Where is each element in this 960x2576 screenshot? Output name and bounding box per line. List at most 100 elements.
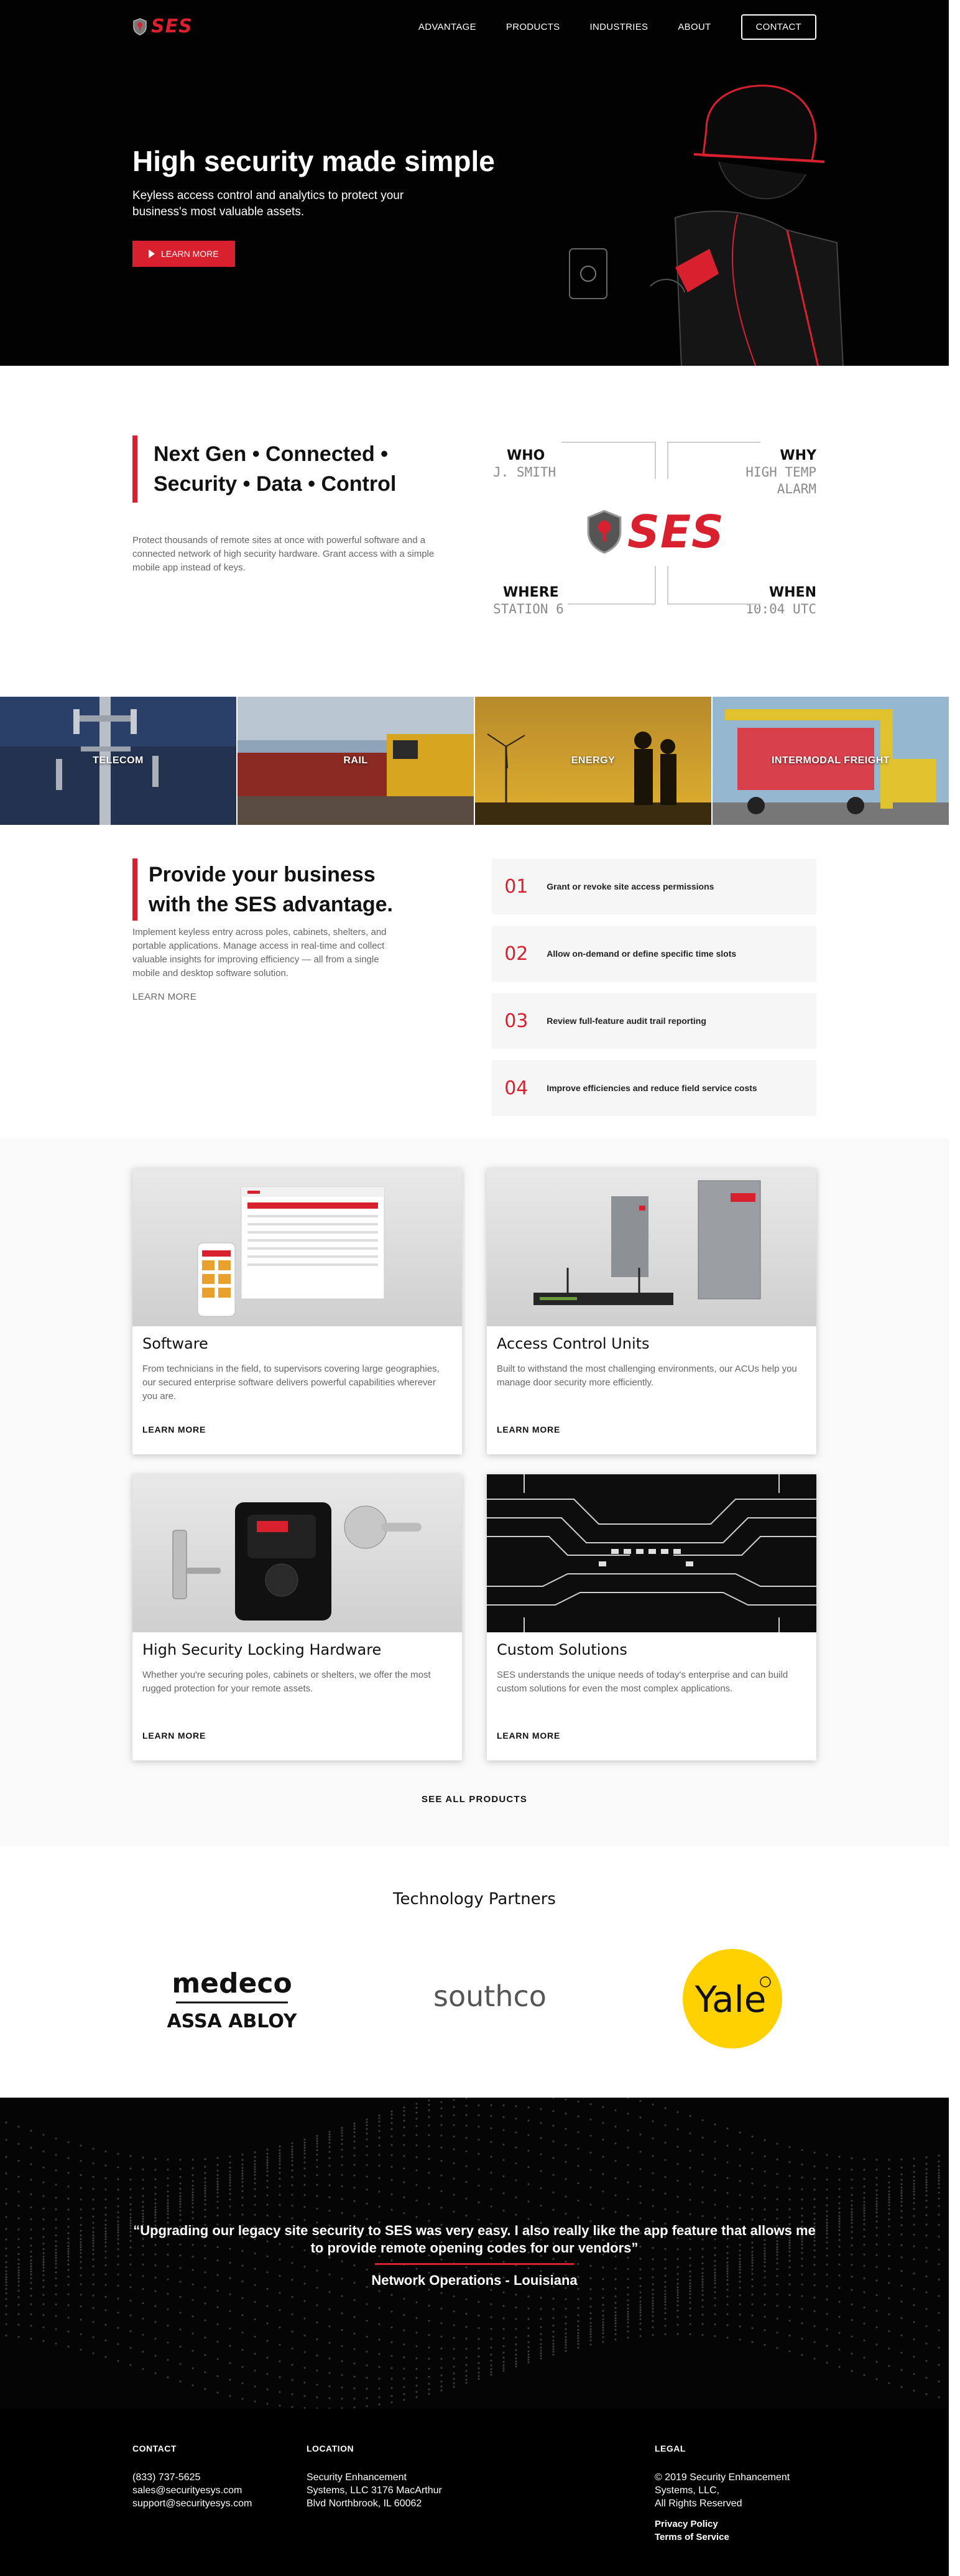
- advantage-title: Provide your business with the SES advan…: [149, 863, 393, 916]
- footer-legal-line: All Rights Reserved: [655, 2498, 742, 2509]
- product-card-locking-hardware[interactable]: High Security Locking Hardware Whether y…: [132, 1474, 462, 1760]
- card-title: High Security Locking Hardware: [142, 1641, 382, 1658]
- partners-section: Technology Partners medeco ASSA ABLOY so…: [0, 1846, 949, 2098]
- medeco-text: medeco: [172, 1968, 292, 1999]
- locking-hardware-image: [132, 1474, 462, 1632]
- advantage-text: Provide your business with the SES advan…: [132, 858, 402, 1116]
- footer-legal-line: © 2019 Security Enhancement: [655, 2472, 790, 2483]
- industry-energy[interactable]: ENERGY: [475, 697, 713, 825]
- privacy-policy-link[interactable]: Privacy Policy: [655, 2518, 816, 2531]
- footer-support-email[interactable]: support@securityesys.com: [132, 2497, 307, 2510]
- footer-contact-title: CONTACT: [132, 2443, 177, 2453]
- nav-link-industries[interactable]: INDUSTRIES: [589, 22, 648, 32]
- medeco-assa-abloy-logo: medeco ASSA ABLOY: [167, 1968, 297, 2032]
- nav-link-products[interactable]: PRODUCTS: [506, 22, 560, 32]
- diagram-when-label: WHEN: [768, 585, 816, 600]
- advantage-body: Implement keyless entry across poles, ca…: [132, 927, 387, 979]
- diagram-who-label: WHO: [507, 448, 545, 463]
- industry-label: ENERGY: [571, 755, 616, 766]
- card-learn-more-link[interactable]: LEARN MORE: [497, 1731, 806, 1741]
- card-title: Access Control Units: [497, 1335, 650, 1352]
- card-body: SES understands the unique needs of toda…: [497, 1670, 788, 1694]
- southco-text: southco: [433, 1979, 547, 2013]
- shield-icon: [587, 509, 622, 554]
- industries-strip: TELECOM RAIL ENERGY INTERMODAL FREIGHT: [0, 697, 949, 825]
- product-card-software[interactable]: Software From technicians in the field, …: [132, 1168, 462, 1454]
- footer-phone[interactable]: (833) 737-5625: [132, 2471, 307, 2484]
- industry-label: TELECOM: [93, 755, 144, 766]
- footer-location-line: Security Enhancement: [307, 2472, 407, 2483]
- product-card-custom-solutions[interactable]: Custom Solutions SES understands the uni…: [487, 1474, 816, 1760]
- advantage-text-item: Improve efficiencies and reduce field se…: [547, 1083, 757, 1093]
- software-image: [132, 1168, 462, 1326]
- card-body: Built to withstand the most challenging …: [497, 1364, 797, 1388]
- nav-links: ADVANTAGE PRODUCTS INDUSTRIES ABOUT CONT…: [418, 14, 816, 40]
- hero-learn-more-button[interactable]: LEARN MORE: [132, 241, 235, 267]
- product-cards: Software From technicians in the field, …: [132, 1168, 816, 1760]
- advantage-number: 03: [504, 1010, 528, 1032]
- advantage-learn-more-link[interactable]: LEARN MORE: [132, 992, 196, 1002]
- diagram-connector: [667, 603, 760, 605]
- footer-location-title: LOCATION: [307, 2443, 354, 2453]
- diagram-connector: [655, 442, 656, 479]
- products-section: Software From technicians in the field, …: [0, 1138, 949, 1846]
- diagram-why-value: HIGH TEMP ALARM: [745, 465, 816, 496]
- industry-telecom[interactable]: TELECOM: [0, 697, 238, 825]
- yale-text: Yale: [695, 1978, 767, 2020]
- footer-location: LOCATION Security Enhancement Systems, L…: [307, 2443, 655, 2544]
- card-body: Whether you're securing poles, cabinets …: [142, 1670, 431, 1694]
- terms-of-service-link[interactable]: Terms of Service: [655, 2531, 816, 2544]
- acu-image: [487, 1168, 816, 1326]
- assa-abloy-text: ASSA ABLOY: [167, 2011, 297, 2032]
- footer-legal-line: Systems, LLC,: [655, 2485, 720, 2496]
- hero-section: High security made simple Keyless access…: [0, 0, 949, 366]
- industry-label: RAIL: [343, 755, 368, 766]
- advantage-text-item: Grant or revoke site access permissions: [547, 881, 714, 891]
- footer-sales-email[interactable]: sales@securityesys.com: [132, 2484, 307, 2497]
- industry-rail[interactable]: RAIL: [238, 697, 475, 825]
- card-learn-more-link[interactable]: LEARN MORE: [142, 1731, 452, 1741]
- footer: CONTACT (833) 737-5625 sales@securityesy…: [0, 2409, 949, 2576]
- partners-title: Technology Partners: [393, 1890, 556, 1909]
- diagram-where-label: WHERE: [503, 585, 559, 600]
- diagram-connector: [568, 603, 656, 605]
- diagram-where-value: STATION 6: [493, 602, 564, 616]
- footer-legal: LEGAL © 2019 Security Enhancement System…: [655, 2443, 816, 2544]
- ses-logo[interactable]: SES: [132, 17, 193, 36]
- advantage-text-item: Review full-feature audit trail reportin…: [547, 1016, 706, 1026]
- card-body: From technicians in the field, to superv…: [142, 1364, 440, 1402]
- quote-divider: [375, 2263, 574, 2265]
- card-learn-more-link[interactable]: LEARN MORE: [142, 1425, 452, 1434]
- testimonial: “Upgrading our legacy site security to S…: [132, 2098, 816, 2289]
- nav-link-about[interactable]: ABOUT: [678, 22, 711, 32]
- hero-subtitle: Keyless access control and analytics to …: [132, 189, 404, 218]
- product-card-access-control-units[interactable]: Access Control Units Built to withstand …: [487, 1168, 816, 1454]
- intro-text: Next Gen • Connected • Security • Data •…: [132, 435, 456, 622]
- contact-button[interactable]: CONTACT: [741, 14, 816, 40]
- footer-location-line: Blvd Northbrook, IL 60062: [307, 2498, 422, 2509]
- diagram-connector: [667, 566, 668, 603]
- southco-logo: southco: [433, 1979, 547, 2013]
- advantage-number: 02: [504, 942, 528, 965]
- advantage-item: 04 Improve efficiencies and reduce field…: [492, 1060, 816, 1116]
- testimonial-section: “Upgrading our legacy site security to S…: [0, 2098, 949, 2409]
- card-title: Custom Solutions: [497, 1641, 627, 1658]
- yale-logo: Yale: [683, 1949, 782, 2048]
- shield-icon: [133, 18, 147, 35]
- intro-section: Next Gen • Connected • Security • Data •…: [0, 366, 949, 697]
- diagram-connector: [655, 566, 656, 603]
- diagram-connector: [667, 442, 668, 479]
- advantage-text-item: Allow on-demand or define specific time …: [547, 949, 737, 959]
- nav-link-advantage[interactable]: ADVANTAGE: [418, 22, 476, 32]
- testimonial-author: Network Operations - Louisiana: [371, 2272, 578, 2288]
- industry-intermodal-freight[interactable]: INTERMODAL FREIGHT: [713, 697, 949, 825]
- intro-body: Protect thousands of remote sites at onc…: [132, 535, 435, 573]
- advantage-number: 04: [504, 1077, 528, 1099]
- card-learn-more-link[interactable]: LEARN MORE: [497, 1425, 806, 1434]
- footer-location-line: Systems, LLC 3176 MacArthur: [307, 2485, 442, 2496]
- industry-label: INTERMODAL FREIGHT: [771, 755, 890, 766]
- see-all-products-link[interactable]: SEE ALL PRODUCTS: [132, 1794, 816, 1805]
- advantage-item: 03 Review full-feature audit trail repor…: [492, 993, 816, 1049]
- advantage-number: 01: [504, 875, 528, 898]
- advantage-item: 02 Allow on-demand or define specific ti…: [492, 926, 816, 982]
